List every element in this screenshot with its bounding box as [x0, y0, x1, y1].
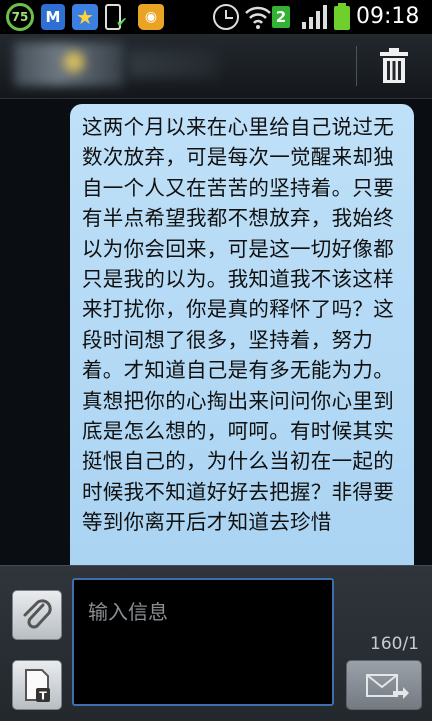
status-clock: 09:18 — [356, 4, 420, 29]
alarm-icon — [213, 4, 239, 30]
message-bubble[interactable]: 这两个月以来在心里给自己说过无数次放弃，可是每次一觉醒来却独自一个人又在苦苦的坚… — [70, 104, 414, 565]
battery-icon — [334, 3, 350, 30]
message-input[interactable]: 输入信息 — [72, 578, 334, 706]
compose-bar: T 输入信息 160/1 — [0, 565, 432, 721]
text-template-icon: T — [25, 669, 50, 703]
shopping-bag-icon: ◉ — [138, 4, 164, 30]
sim-badge: 2 — [272, 6, 290, 28]
conversation-header — [0, 34, 432, 99]
paperclip-icon — [23, 599, 52, 629]
message-list[interactable]: 这两个月以来在心里给自己说过无数次放弃，可是每次一觉醒来却独自一个人又在苦苦的坚… — [0, 99, 432, 565]
trash-icon[interactable] — [372, 46, 416, 86]
battery-level-text: 75 — [11, 10, 29, 24]
signal-icon — [302, 5, 327, 29]
attach-button[interactable] — [12, 590, 62, 640]
header-divider — [356, 46, 357, 86]
text-template-button[interactable]: T — [12, 660, 62, 710]
check-icon: ✔ — [116, 15, 128, 31]
character-counter: 160/1 — [370, 634, 419, 654]
svg-text:T: T — [39, 690, 47, 703]
wifi-icon — [245, 6, 271, 29]
contact-avatar-blurred[interactable] — [14, 42, 124, 86]
contact-name-blurred — [128, 50, 218, 78]
message-input-placeholder: 输入信息 — [88, 600, 168, 624]
battery-level-icon: 75 — [6, 3, 34, 31]
favorite-star-icon: ★ — [72, 4, 98, 30]
send-button[interactable] — [346, 660, 422, 710]
send-envelope-icon — [366, 674, 409, 699]
message-text: 这两个月以来在心里给自己说过无数次放弃，可是每次一觉醒来却独自一个人又在苦苦的坚… — [82, 115, 394, 535]
status-bar: 75 M ★ ✔ ◉ 2 09:18 — [0, 0, 432, 34]
app-notification-icon: M — [41, 4, 65, 30]
